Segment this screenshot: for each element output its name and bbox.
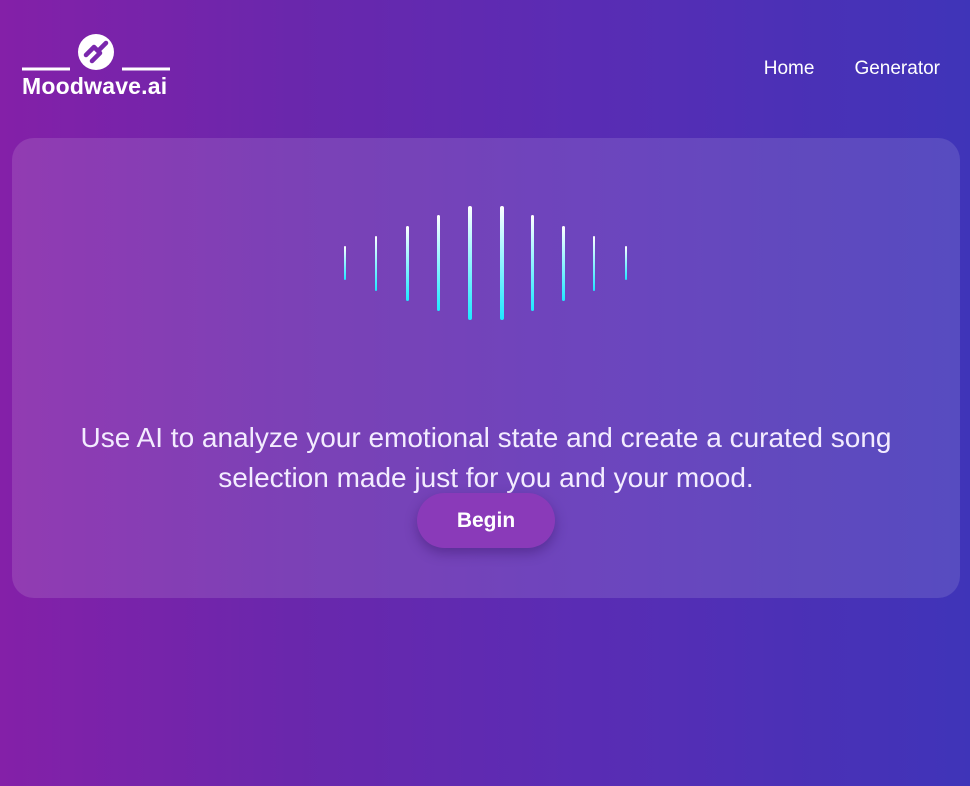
wave-bar	[437, 215, 440, 311]
wave-bar	[375, 236, 377, 291]
wave-bar	[468, 206, 472, 320]
brand-logo[interactable]: Moodwave.ai	[22, 33, 172, 103]
wave-bar	[625, 246, 627, 280]
moodwave-logo-icon	[22, 34, 170, 71]
hero-card: Use AI to analyze your emotional state a…	[12, 138, 960, 598]
soundwave-icon	[344, 206, 627, 320]
hero-tagline: Use AI to analyze your emotional state a…	[80, 422, 892, 493]
wave-bar	[500, 206, 504, 320]
wave-bar	[406, 226, 409, 301]
main-nav: Home Generator	[764, 58, 940, 80]
nav-link-home[interactable]: Home	[764, 58, 815, 80]
nav-link-generator[interactable]: Generator	[854, 58, 940, 80]
brand-name: Moodwave.ai	[22, 73, 168, 99]
wave-bar	[562, 226, 565, 301]
site-header: Moodwave.ai Home Generator	[0, 0, 970, 130]
begin-button[interactable]: Begin	[417, 493, 555, 548]
wave-bar	[593, 236, 595, 291]
wave-bar	[531, 215, 534, 311]
wave-bar	[344, 246, 346, 280]
